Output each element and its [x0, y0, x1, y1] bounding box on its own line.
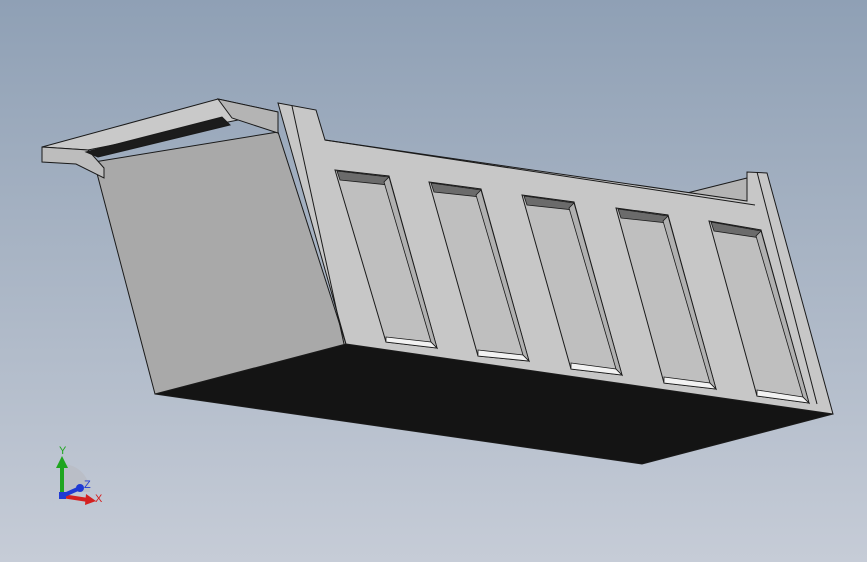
y-axis-label: Y — [59, 445, 67, 457]
dump-truck-body-model[interactable] — [0, 0, 867, 562]
graphics-viewport[interactable]: Y Z X — [0, 0, 867, 562]
x-axis-label: X — [95, 493, 103, 505]
z-axis-label: Z — [84, 479, 91, 491]
coordinate-triad: Y Z X — [56, 445, 103, 505]
